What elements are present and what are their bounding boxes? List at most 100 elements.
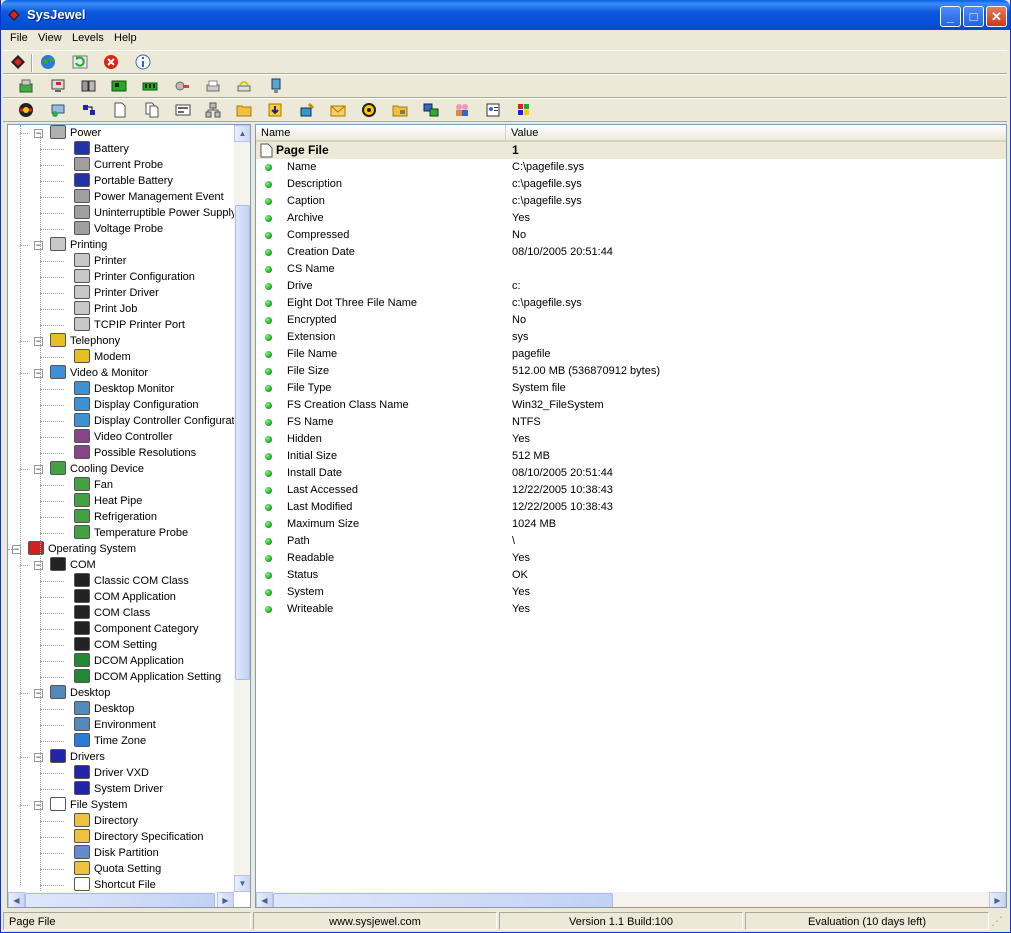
property-row[interactable]: Drive c: xyxy=(256,278,1006,295)
property-row[interactable]: Last Modified 12/22/2005 10:38:43 xyxy=(256,499,1006,516)
tree-scroll-thumb[interactable] xyxy=(235,205,250,680)
title-bar[interactable]: SysJewel _ □ ✕ xyxy=(1,0,1010,30)
tree-item[interactable]: DCOM Application Setting xyxy=(74,669,221,685)
window-icon[interactable] xyxy=(422,102,440,118)
tree-item[interactable]: COM xyxy=(50,557,96,573)
maximize-button[interactable]: □ xyxy=(963,6,984,27)
tree-collapse-toggle[interactable]: − xyxy=(34,129,43,138)
property-row[interactable]: FS Name NTFS xyxy=(256,414,1006,431)
tree-item[interactable]: Directory Specification xyxy=(74,829,203,845)
property-row[interactable]: Extension sys xyxy=(256,329,1006,346)
tree-item[interactable]: Voltage Probe xyxy=(74,221,163,237)
tree-horizontal-scrollbar[interactable]: ◀ ▶ xyxy=(8,892,234,907)
property-row[interactable]: Compressed No xyxy=(256,227,1006,244)
property-row[interactable]: Hidden Yes xyxy=(256,431,1006,448)
folder-icon[interactable] xyxy=(235,102,253,118)
board-icon[interactable] xyxy=(110,78,128,94)
chips-icon[interactable] xyxy=(79,78,97,94)
menu-file[interactable]: File xyxy=(10,32,28,44)
network-icon[interactable] xyxy=(204,102,222,118)
tree-item[interactable]: Modem xyxy=(74,349,131,365)
info-icon[interactable] xyxy=(134,54,152,70)
tree-item[interactable]: Desktop xyxy=(50,685,110,701)
services-icon[interactable] xyxy=(360,102,378,118)
tree-item[interactable]: Heat Pipe xyxy=(74,493,142,509)
monitor-icon[interactable] xyxy=(267,78,285,94)
app-diamond-icon[interactable] xyxy=(9,54,27,70)
tree-item[interactable]: Video Controller xyxy=(74,429,173,445)
tree-item[interactable]: COM Setting xyxy=(74,637,157,653)
tree-item[interactable]: Shortcut File xyxy=(74,877,156,893)
tree-item[interactable]: System Driver xyxy=(74,781,163,797)
tree-item[interactable]: Desktop xyxy=(74,701,134,717)
property-row[interactable]: Writeable Yes xyxy=(256,601,1006,618)
scroll-right-button[interactable]: ▶ xyxy=(217,892,234,907)
users-icon[interactable] xyxy=(453,102,471,118)
stop-icon[interactable] xyxy=(102,54,120,70)
tree-item[interactable]: Print Job xyxy=(74,301,137,317)
category-tree[interactable]: − Power Battery Current Probe Portable Batte… xyxy=(7,124,251,908)
tree-item[interactable]: Printer Configuration xyxy=(74,269,195,285)
tree-item[interactable]: Power xyxy=(50,125,101,141)
tree-item[interactable]: COM Class xyxy=(74,605,150,621)
list-group-header[interactable]: Page File 1 xyxy=(256,142,1006,159)
desktop-icon[interactable] xyxy=(49,102,67,118)
tree-item[interactable]: COM Application xyxy=(74,589,176,605)
scroll-left-button[interactable]: ◀ xyxy=(8,892,25,907)
property-row[interactable]: File Name pagefile xyxy=(256,346,1006,363)
property-row[interactable]: Eight Dot Three File Name c:\pagefile.sys xyxy=(256,295,1006,312)
tree-item[interactable]: Power Management Event xyxy=(74,189,224,205)
minimize-button[interactable]: _ xyxy=(940,6,961,27)
tools-icon[interactable] xyxy=(298,102,316,118)
property-row[interactable]: Readable Yes xyxy=(256,550,1006,567)
property-row[interactable]: Maximum Size 1024 MB xyxy=(256,516,1006,533)
scroll-down-button[interactable]: ▼ xyxy=(234,875,250,892)
tree-item[interactable]: Time Zone xyxy=(74,733,146,749)
tree-item[interactable]: Portable Battery xyxy=(74,173,173,189)
property-row[interactable]: Path \ xyxy=(256,533,1006,550)
list-scroll-left-button[interactable]: ◀ xyxy=(256,892,273,907)
tree-collapse-toggle[interactable]: − xyxy=(34,465,43,474)
property-row[interactable]: Caption c:\pagefile.sys xyxy=(256,193,1006,210)
tree-item[interactable]: Printing xyxy=(50,237,107,253)
property-row[interactable]: Archive Yes xyxy=(256,210,1006,227)
tree-item[interactable]: Component Category xyxy=(74,621,199,637)
property-row[interactable]: Name C:\pagefile.sys xyxy=(256,159,1006,176)
tree-item[interactable]: Driver VXD xyxy=(74,765,149,781)
windows-icon[interactable] xyxy=(515,102,533,118)
property-row[interactable]: Status OK xyxy=(256,567,1006,584)
registry-icon[interactable] xyxy=(174,102,192,118)
tree-collapse-toggle[interactable]: − xyxy=(34,337,43,346)
menu-view[interactable]: View xyxy=(38,32,62,44)
com-icon[interactable] xyxy=(17,102,35,118)
driver-icon[interactable] xyxy=(80,102,98,118)
property-row[interactable]: System Yes xyxy=(256,584,1006,601)
property-row[interactable]: Description c:\pagefile.sys xyxy=(256,176,1006,193)
scroll-up-button[interactable]: ▲ xyxy=(234,125,250,142)
tree-collapse-toggle[interactable]: − xyxy=(34,369,43,378)
tree-collapse-toggle[interactable]: − xyxy=(34,801,43,810)
tree-item[interactable]: Fan xyxy=(74,477,113,493)
refresh-icon[interactable] xyxy=(71,54,89,70)
tree-item[interactable]: Quota Setting xyxy=(74,861,161,877)
property-row[interactable]: Creation Date 08/10/2005 20:51:44 xyxy=(256,244,1006,261)
copy-icon[interactable] xyxy=(143,102,161,118)
mail-icon[interactable] xyxy=(329,102,347,118)
tree-item[interactable]: Video & Monitor xyxy=(50,365,148,381)
tree-item[interactable]: Uninterruptible Power Supply xyxy=(74,205,236,221)
property-row[interactable]: File Size 512.00 MB (536870912 bytes) xyxy=(256,363,1006,380)
tree-item[interactable]: Cooling Device xyxy=(50,461,144,477)
close-button[interactable]: ✕ xyxy=(986,6,1007,27)
tree-item[interactable]: Operating System xyxy=(28,541,136,557)
power-icon[interactable] xyxy=(173,78,191,94)
tree-item[interactable]: DCOM Application xyxy=(74,653,184,669)
tree-item[interactable]: Refrigeration xyxy=(74,509,157,525)
tree-item[interactable]: Environment xyxy=(74,717,156,733)
cooling-icon[interactable] xyxy=(17,78,35,94)
tree-item[interactable]: Battery xyxy=(74,141,129,157)
tree-item[interactable]: Display Configuration xyxy=(74,397,199,413)
tree-item[interactable]: Printer xyxy=(74,253,126,269)
tree-item[interactable]: TCPIP Printer Port xyxy=(74,317,185,333)
property-row[interactable]: Install Date 08/10/2005 20:51:44 xyxy=(256,465,1006,482)
property-row[interactable]: CS Name xyxy=(256,261,1006,278)
